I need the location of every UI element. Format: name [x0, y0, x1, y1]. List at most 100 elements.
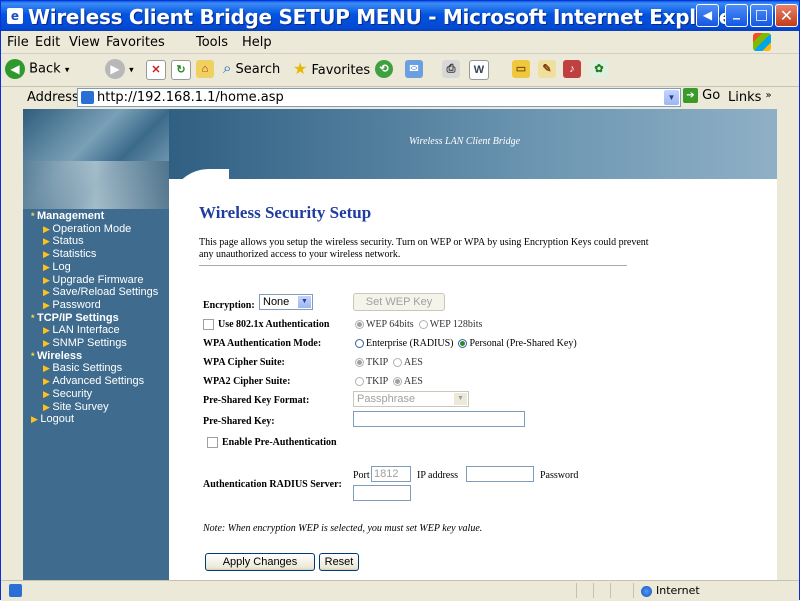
nav-status[interactable]: ▶ Status — [31, 235, 158, 248]
address-label: Address — [27, 90, 79, 105]
page-margin-right — [777, 109, 799, 580]
nav-site-survey[interactable]: ▶ Site Survey — [31, 401, 158, 414]
address-input[interactable]: http://192.168.1.1/home.asp ▼ — [77, 88, 681, 107]
nav-label: Status — [52, 235, 84, 248]
home-icon[interactable]: ⌂ — [196, 60, 214, 78]
close-button[interactable]: ✕ — [775, 4, 798, 27]
nav-tcp-ip-settings[interactable]: * TCP/IP Settings — [31, 312, 158, 325]
wep64-radio[interactable] — [355, 320, 364, 330]
nav-label: Save/Reload Settings — [52, 286, 159, 299]
radius-password-input[interactable] — [353, 485, 411, 501]
psk-input[interactable] — [353, 411, 525, 427]
page-status-icon — [9, 584, 22, 597]
go-arrow-icon: ➔ — [683, 88, 698, 103]
address-dropdown-icon[interactable]: ▼ — [664, 90, 679, 105]
wpa2-tkip-label: TKIP — [366, 376, 388, 387]
nav-save-reload-settings[interactable]: ▶ Save/Reload Settings — [31, 286, 158, 299]
nav-lan-interface[interactable]: ▶ LAN Interface — [31, 324, 158, 337]
back-arrow-icon: ◀ — [5, 59, 25, 79]
window-title: Wireless Client Bridge SETUP MENU - Micr… — [28, 5, 742, 29]
history-icon[interactable]: ⟲ — [375, 60, 393, 78]
menu-view[interactable]: View — [69, 35, 100, 50]
use-8021x-row: Use 802.1x Authentication — [203, 319, 329, 331]
nav-upgrade-firmware[interactable]: ▶ Upgrade Firmware — [31, 274, 158, 287]
divider — [199, 265, 627, 266]
menu-help[interactable]: Help — [242, 35, 272, 50]
port-input[interactable]: 1812 — [371, 466, 411, 482]
arrow-icon: ▶ — [43, 261, 53, 272]
wep128-radio[interactable] — [418, 320, 428, 330]
arrow-icon: ▶ — [43, 401, 53, 412]
auth-enterprise-radio[interactable] — [355, 339, 364, 349]
forward-button[interactable]: ▶ ▾ — [105, 59, 134, 79]
security-zone: Internet — [641, 584, 700, 597]
edit-icon[interactable]: W — [469, 60, 489, 80]
menu-edit[interactable]: Edit — [35, 35, 60, 50]
refresh-icon[interactable]: ↻ — [171, 60, 191, 80]
globe-icon — [641, 585, 652, 597]
window-back-icon[interactable]: ◀ — [696, 4, 719, 27]
preauth-checkbox[interactable] — [207, 437, 218, 449]
use-8021x-checkbox[interactable] — [203, 319, 214, 331]
nav-management[interactable]: * Management — [31, 210, 158, 223]
back-button[interactable]: ◀ Back ▾ — [5, 59, 69, 79]
menu-favorites[interactable]: Favorites — [106, 35, 165, 50]
nav-security[interactable]: ▶ Security — [31, 388, 158, 401]
wpa2-tkip-radio[interactable] — [355, 377, 364, 387]
page-description: This page allows you setup the wireless … — [199, 237, 649, 260]
nav-advanced-settings[interactable]: ▶ Advanced Settings — [31, 375, 158, 388]
nav-label: SNMP Settings — [52, 337, 127, 350]
apply-changes-button[interactable]: Apply Changes — [205, 553, 315, 571]
main-content: Wireless Security Setup This page allows… — [199, 203, 759, 571]
nav-label: Wireless — [37, 349, 83, 362]
nav-basic-settings[interactable]: ▶ Basic Settings — [31, 362, 158, 375]
go-button[interactable]: ➔ Go — [683, 88, 723, 107]
arrow-icon: ▶ — [43, 376, 53, 387]
auth-personal-radio[interactable] — [458, 339, 468, 349]
banner: Wireless LAN Client Bridge — [169, 109, 777, 179]
arrow-icon: ▶ — [43, 325, 53, 336]
psk-format-value: Passphrase — [357, 393, 416, 405]
wpa-auth-mode-label: WPA Authentication Mode: — [203, 338, 322, 349]
wpa2-aes-radio[interactable] — [392, 377, 402, 387]
nav-logout[interactable]: ▶ Logout — [31, 413, 158, 426]
stop-icon[interactable]: ✕ — [146, 60, 166, 80]
favorites-button[interactable]: ★ Favorites — [293, 59, 370, 78]
wpa-auth-mode-options: Enterprise (RADIUS) Personal (Pre-Shared… — [355, 338, 577, 349]
folder-icon[interactable]: ▭ — [512, 60, 530, 78]
research-icon[interactable]: ✎ — [538, 60, 556, 78]
ie-page-icon: e — [7, 8, 23, 24]
windows-logo-icon — [753, 33, 771, 51]
nav-label: Management — [37, 210, 105, 222]
web-page: * Management ▶ Operation Mode ▶ Status ▶ St… — [23, 109, 777, 580]
print-icon[interactable]: ⎙ — [442, 60, 460, 78]
psk-format-select[interactable]: Passphrase ▼ — [353, 391, 469, 407]
preauth-row: Enable Pre-Authentication — [207, 437, 337, 449]
minimize-button[interactable]: _ — [725, 4, 748, 27]
nav-snmp-settings[interactable]: ▶ SNMP Settings — [31, 337, 158, 350]
messenger-icon[interactable]: ✿ — [590, 60, 608, 78]
wpa2-cipher-label: WPA2 Cipher Suite: — [203, 376, 291, 387]
menu-tools[interactable]: Tools — [196, 35, 228, 50]
favorites-star-icon: ★ — [293, 59, 308, 78]
search-button[interactable]: ⌕ Search — [223, 59, 280, 77]
maximize-button[interactable]: □ — [750, 4, 773, 27]
wpa-tkip-radio[interactable] — [355, 358, 364, 368]
nav-operation-mode[interactable]: ▶ Operation Mode — [31, 223, 158, 236]
nav-statistics[interactable]: ▶ Statistics — [31, 248, 158, 261]
reset-button[interactable]: Reset — [319, 553, 359, 571]
auth-personal-label: Personal (Pre-Shared Key) — [469, 338, 577, 349]
nav-wireless[interactable]: * Wireless — [31, 350, 158, 363]
wpa-cipher-options: TKIP AES — [355, 357, 423, 368]
menu-file[interactable]: File — [7, 35, 29, 50]
set-wep-key-button[interactable]: Set WEP Key — [353, 293, 445, 311]
links-button[interactable]: Links » — [728, 90, 772, 105]
media-icon[interactable]: ♪ — [563, 60, 581, 78]
nav-log[interactable]: ▶ Log — [31, 261, 158, 274]
mail-icon[interactable]: ✉ — [405, 60, 423, 78]
nav-password[interactable]: ▶ Password — [31, 299, 158, 312]
ip-address-input[interactable] — [466, 466, 534, 482]
page-margin-left — [1, 109, 23, 580]
encryption-select[interactable]: None ▼ — [259, 294, 313, 310]
wpa-aes-radio[interactable] — [392, 358, 402, 368]
